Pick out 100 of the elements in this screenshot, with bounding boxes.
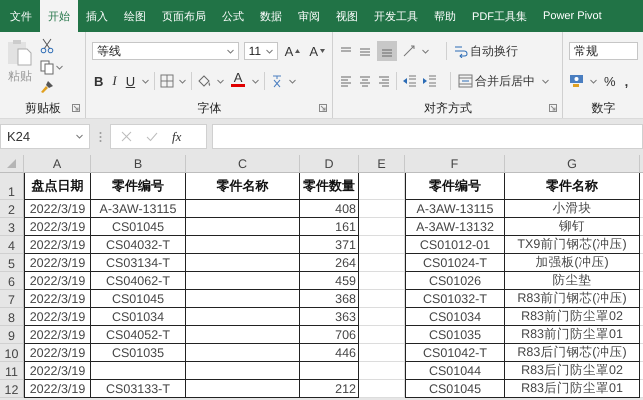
caret-icon[interactable] xyxy=(226,48,234,54)
ribbon-tab[interactable]: Power Pivot xyxy=(535,0,610,32)
ribbon-tab[interactable]: 页面布局 xyxy=(154,0,214,32)
table-cell: 2022/3/19 xyxy=(24,326,91,344)
table-cell: 446 xyxy=(300,344,359,362)
table-cell: 368 xyxy=(300,290,359,308)
row-header[interactable]: 8 xyxy=(0,308,24,326)
table-cell: CS01026 xyxy=(405,272,505,290)
wrap-text-button[interactable]: 自动换行 xyxy=(452,41,520,61)
copy-icon[interactable] xyxy=(40,60,54,74)
table-cell: TX9前门钢芯(冲压) xyxy=(505,236,640,254)
ribbon-tab[interactable]: 插入 xyxy=(78,0,116,32)
drag-handle-icon[interactable] xyxy=(98,130,102,142)
dialog-launcher-icon[interactable] xyxy=(549,104,557,112)
increase-font-size-button[interactable]: A xyxy=(282,41,302,61)
caret-icon[interactable] xyxy=(542,78,549,84)
caret-icon[interactable] xyxy=(56,64,63,70)
ribbon-tab[interactable]: 审阅 xyxy=(290,0,328,32)
italic-button[interactable]: I xyxy=(110,71,119,91)
align-icon[interactable] xyxy=(339,74,353,88)
decrease-indent-icon[interactable] xyxy=(402,74,417,88)
table-cell: A-3AW-13115 xyxy=(405,200,505,218)
ribbon-tab[interactable]: 开始 xyxy=(40,0,78,32)
underline-button[interactable]: U xyxy=(124,71,138,91)
table-cell: CS04062-T xyxy=(91,272,186,290)
decrease-font-size-button[interactable]: A xyxy=(307,41,327,61)
font-color-button[interactable]: A xyxy=(229,71,248,91)
caret-icon[interactable] xyxy=(422,48,429,54)
scissors-icon[interactable] xyxy=(40,38,54,54)
table-cell: CS01024-T xyxy=(405,254,505,272)
row-header[interactable]: 3 xyxy=(0,218,24,236)
fill-bucket-icon[interactable] xyxy=(197,74,212,88)
caret-icon[interactable] xyxy=(590,78,597,84)
row-header[interactable]: 6 xyxy=(0,272,24,290)
column-header[interactable]: E xyxy=(359,155,405,173)
formula-input[interactable] xyxy=(212,124,643,149)
name-box[interactable]: K24 xyxy=(0,124,90,149)
table-cell: CS03134-T xyxy=(91,254,186,272)
column-header[interactable]: B xyxy=(91,155,186,173)
number-format-field[interactable]: 常规 xyxy=(569,42,638,60)
checkmark-icon[interactable] xyxy=(146,132,158,142)
empty-cell xyxy=(359,290,405,308)
caret-icon[interactable] xyxy=(142,78,150,84)
column-header[interactable]: G xyxy=(505,155,640,173)
row-header[interactable]: 12 xyxy=(0,380,24,398)
paintbrush-icon[interactable] xyxy=(40,80,54,94)
column-header[interactable]: C xyxy=(186,155,300,173)
caret-icon[interactable] xyxy=(252,78,260,84)
row-header[interactable]: 9 xyxy=(0,326,24,344)
align-icon[interactable] xyxy=(377,74,391,88)
empty-cell xyxy=(359,236,405,254)
table-cell: 零件编号 xyxy=(91,173,186,200)
table-cell: CS04032-T xyxy=(91,236,186,254)
caret-icon[interactable] xyxy=(179,78,186,84)
table-cell: R83前门防尘罩02 xyxy=(505,308,640,326)
row-header[interactable]: 7 xyxy=(0,290,24,308)
borders-icon[interactable] xyxy=(160,74,174,88)
empty-cell xyxy=(359,272,405,290)
font-size-field[interactable]: 11 xyxy=(244,42,278,60)
ribbon-tab[interactable]: 开发工具 xyxy=(366,0,426,32)
table-cell: 2022/3/19 xyxy=(24,200,91,218)
percent-button[interactable]: % xyxy=(602,71,618,91)
row-header[interactable]: 2 xyxy=(0,200,24,218)
merge-center-button[interactable]: 合并后居中 xyxy=(456,71,537,91)
increase-indent-icon[interactable] xyxy=(422,74,437,88)
row-header[interactable]: 1 xyxy=(0,173,24,200)
group-title: 字体 xyxy=(198,100,222,116)
caret-icon[interactable] xyxy=(217,78,224,84)
column-header[interactable]: A xyxy=(24,155,91,173)
table-cell: CS01045 xyxy=(405,380,505,398)
row-header[interactable]: 4 xyxy=(0,236,24,254)
font-name-field[interactable]: 等线 xyxy=(92,42,239,60)
row-header[interactable]: 5 xyxy=(0,254,24,272)
bottom-align-icon[interactable] xyxy=(377,41,397,61)
insert-function-button[interactable]: fx xyxy=(172,128,182,144)
dialog-launcher-icon[interactable] xyxy=(72,104,80,112)
dialog-launcher-icon[interactable] xyxy=(319,104,327,112)
ribbon-tab[interactable]: 公式 xyxy=(214,0,252,32)
ribbon-tab[interactable]: 数据 xyxy=(252,0,290,32)
currency-icon[interactable] xyxy=(569,74,585,88)
caret-icon[interactable] xyxy=(266,48,273,54)
empty-cell xyxy=(359,362,405,380)
table-cell: 零件名称 xyxy=(505,173,640,200)
caret-icon[interactable] xyxy=(76,134,83,139)
ribbon-tab[interactable]: 视图 xyxy=(328,0,366,32)
ribbon-tab[interactable]: 文件 xyxy=(2,0,40,32)
empty-cell xyxy=(359,380,405,398)
column-header[interactable]: D xyxy=(300,155,359,173)
bold-button[interactable]: B xyxy=(92,71,106,91)
comma-button[interactable]: , xyxy=(622,71,630,91)
orientation-icon[interactable] xyxy=(402,44,417,58)
caret-icon[interactable] xyxy=(289,78,296,84)
row-header[interactable]: 10 xyxy=(0,344,24,362)
ribbon-tab[interactable]: 帮助 xyxy=(426,0,464,32)
row-header[interactable]: 11 xyxy=(0,362,24,380)
ribbon-tab[interactable]: PDF工具集 xyxy=(464,0,535,32)
ribbon-tab[interactable]: 绘图 xyxy=(116,0,154,32)
table-cell: 2022/3/19 xyxy=(24,290,91,308)
align-icon[interactable] xyxy=(358,74,372,88)
column-header[interactable]: F xyxy=(405,155,505,173)
